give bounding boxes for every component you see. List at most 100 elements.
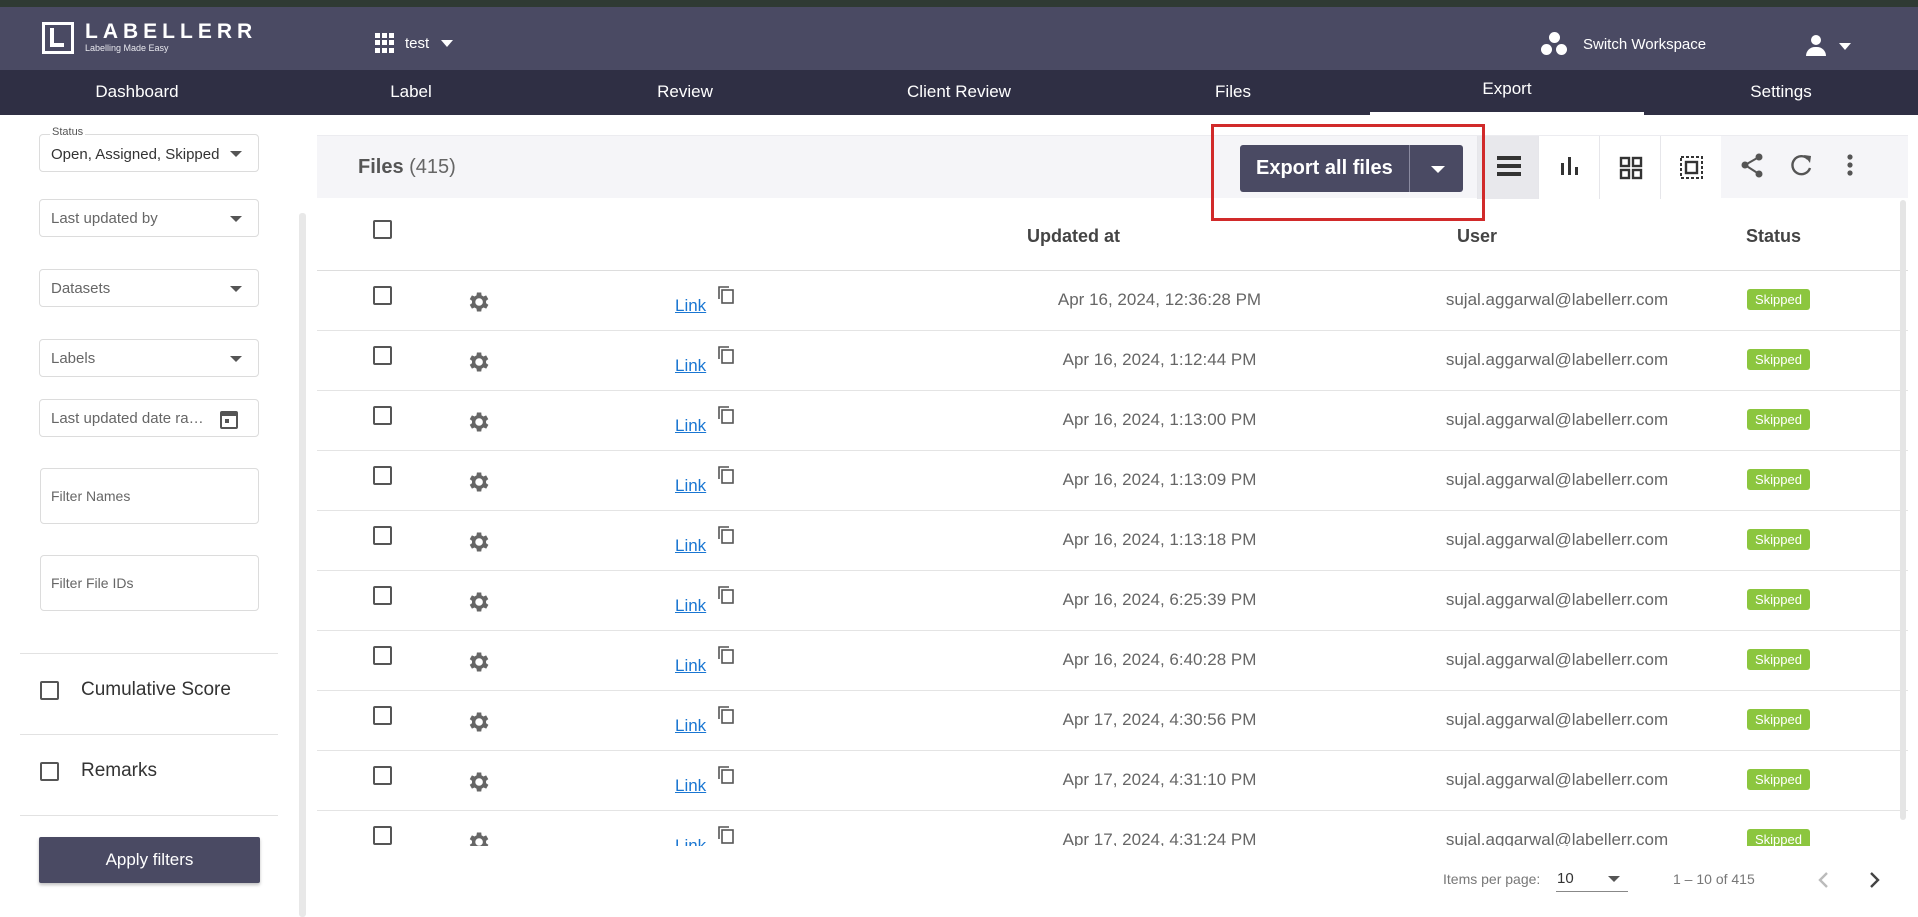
workspaces-icon (1541, 32, 1569, 56)
row-checkbox[interactable] (373, 826, 392, 845)
select-all-icon[interactable] (1660, 136, 1721, 199)
labels-select[interactable]: Labels (39, 339, 259, 377)
copy-icon[interactable] (717, 465, 735, 485)
table-row[interactable]: Link Apr 16, 2024, 6:40:28 PM sujal.aggarw… (317, 631, 1908, 691)
row-checkbox[interactable] (373, 346, 392, 365)
sidebar-scrollbar[interactable] (299, 213, 306, 917)
table-row[interactable]: Link Apr 17, 2024, 4:31:24 PM sujal.aggarw… (317, 811, 1908, 846)
file-link[interactable]: Link (675, 296, 706, 316)
table-row[interactable]: Link Apr 16, 2024, 1:13:18 PM sujal.aggarw… (317, 511, 1908, 571)
table-row[interactable]: Link Apr 17, 2024, 4:31:10 PM sujal.aggarw… (317, 751, 1908, 811)
nav-files[interactable]: Files (1096, 70, 1370, 115)
table-row[interactable]: Link Apr 17, 2024, 4:30:56 PM sujal.aggarw… (317, 691, 1908, 751)
last-updated-date-range-field[interactable]: Last updated date range (39, 399, 259, 437)
copy-icon[interactable] (717, 585, 735, 605)
file-link[interactable]: Link (675, 656, 706, 676)
gear-icon[interactable] (465, 469, 491, 495)
user-menu[interactable] (1805, 35, 1851, 57)
status-badge: Skipped (1747, 529, 1810, 550)
copy-icon[interactable] (717, 405, 735, 425)
copy-icon[interactable] (717, 705, 735, 725)
copy-icon[interactable] (717, 645, 735, 665)
select-all-checkbox[interactable] (373, 220, 392, 239)
copy-icon[interactable] (717, 825, 735, 845)
list-view-icon[interactable] (1477, 136, 1538, 199)
row-checkbox[interactable] (373, 526, 392, 545)
file-link[interactable]: Link (675, 596, 706, 616)
share-icon[interactable] (1737, 151, 1767, 181)
gear-icon[interactable] (465, 529, 491, 555)
row-checkbox[interactable] (373, 466, 392, 485)
bar-chart-icon[interactable] (1538, 136, 1599, 199)
copy-icon[interactable] (717, 765, 735, 785)
table-row[interactable]: Link Apr 16, 2024, 1:12:44 PM sujal.aggarw… (317, 331, 1908, 391)
calendar-icon[interactable] (220, 411, 238, 429)
user-icon (1805, 35, 1827, 57)
status-filter-select[interactable]: Status Open, Assigned, Skipped (39, 126, 259, 172)
gear-icon[interactable] (465, 649, 491, 675)
datasets-select[interactable]: Datasets (39, 269, 259, 307)
filter-names-input[interactable] (41, 469, 258, 523)
copy-icon[interactable] (717, 345, 735, 365)
nav-client-review[interactable]: Client Review (822, 70, 1096, 115)
gear-icon[interactable] (465, 769, 491, 795)
cumulative-score-checkbox[interactable] (40, 680, 59, 700)
header-status[interactable]: Status (1746, 226, 1801, 247)
gear-icon[interactable] (465, 409, 491, 435)
header-user[interactable]: User (1457, 226, 1497, 247)
nav-label[interactable]: Label (274, 70, 548, 115)
items-per-page-select[interactable]: 10 (1556, 866, 1628, 892)
filter-file-ids-input[interactable] (41, 556, 258, 610)
row-checkbox[interactable] (373, 586, 392, 605)
apply-filters-button[interactable]: Apply filters (39, 837, 260, 883)
table-scrollbar[interactable] (1900, 200, 1906, 820)
copy-icon[interactable] (717, 285, 735, 305)
more-vert-icon[interactable] (1835, 151, 1865, 181)
status-badge: Skipped (1747, 709, 1810, 730)
project-selector[interactable]: test (375, 33, 454, 53)
next-page-icon[interactable] (1862, 868, 1886, 892)
remarks-option[interactable]: Remarks (40, 760, 157, 782)
gear-icon[interactable] (465, 709, 491, 735)
file-link[interactable]: Link (675, 536, 706, 556)
row-checkbox[interactable] (373, 406, 392, 425)
file-link[interactable]: Link (675, 716, 706, 736)
previous-page-icon[interactable] (1812, 868, 1836, 892)
table-row[interactable]: Link Apr 16, 2024, 6:25:39 PM sujal.aggarw… (317, 571, 1908, 631)
labellerr-logo[interactable]: LABELLERR Labelling Made Easy (42, 21, 257, 54)
header-updated-at[interactable]: Updated at (1027, 226, 1120, 247)
filter-file-ids-field[interactable] (40, 555, 259, 611)
nav-dashboard[interactable]: Dashboard (0, 70, 274, 115)
nav-settings[interactable]: Settings (1644, 70, 1918, 115)
user-cell: sujal.aggarwal@labellerr.com (1445, 650, 1669, 669)
gear-icon[interactable] (465, 589, 491, 615)
refresh-icon[interactable] (1787, 151, 1817, 181)
user-cell: sujal.aggarwal@labellerr.com (1445, 350, 1669, 369)
copy-icon[interactable] (717, 525, 735, 545)
gear-icon[interactable] (465, 289, 491, 315)
nav-export[interactable]: Export (1370, 70, 1644, 115)
switch-workspace-button[interactable]: Switch Workspace (1541, 32, 1706, 56)
cumulative-score-option[interactable]: Cumulative Score (40, 679, 231, 701)
filter-names-field[interactable] (40, 468, 259, 524)
remarks-checkbox[interactable] (40, 761, 59, 781)
grid-view-icon[interactable] (1599, 136, 1660, 199)
table-row[interactable]: Link Apr 16, 2024, 1:13:09 PM sujal.aggarw… (317, 451, 1908, 511)
file-link[interactable]: Link (675, 776, 706, 796)
nav-review[interactable]: Review (548, 70, 822, 115)
table-row[interactable]: Link Apr 16, 2024, 1:13:00 PM sujal.aggarw… (317, 391, 1908, 451)
file-link[interactable]: Link (675, 476, 706, 496)
row-checkbox[interactable] (373, 766, 392, 785)
gear-icon[interactable] (465, 829, 491, 846)
file-link[interactable]: Link (675, 356, 706, 376)
table-row[interactable]: Link Apr 16, 2024, 12:36:28 PM sujal.aggar… (317, 271, 1908, 331)
user-cell: sujal.aggarwal@labellerr.com (1445, 290, 1669, 309)
row-checkbox[interactable] (373, 646, 392, 665)
row-checkbox[interactable] (373, 286, 392, 305)
apps-grid-icon (375, 33, 395, 53)
last-updated-by-select[interactable]: Last updated by (39, 199, 259, 237)
file-link[interactable]: Link (675, 416, 706, 436)
gear-icon[interactable] (465, 349, 491, 375)
row-checkbox[interactable] (373, 706, 392, 725)
file-link[interactable]: Link (675, 836, 706, 846)
